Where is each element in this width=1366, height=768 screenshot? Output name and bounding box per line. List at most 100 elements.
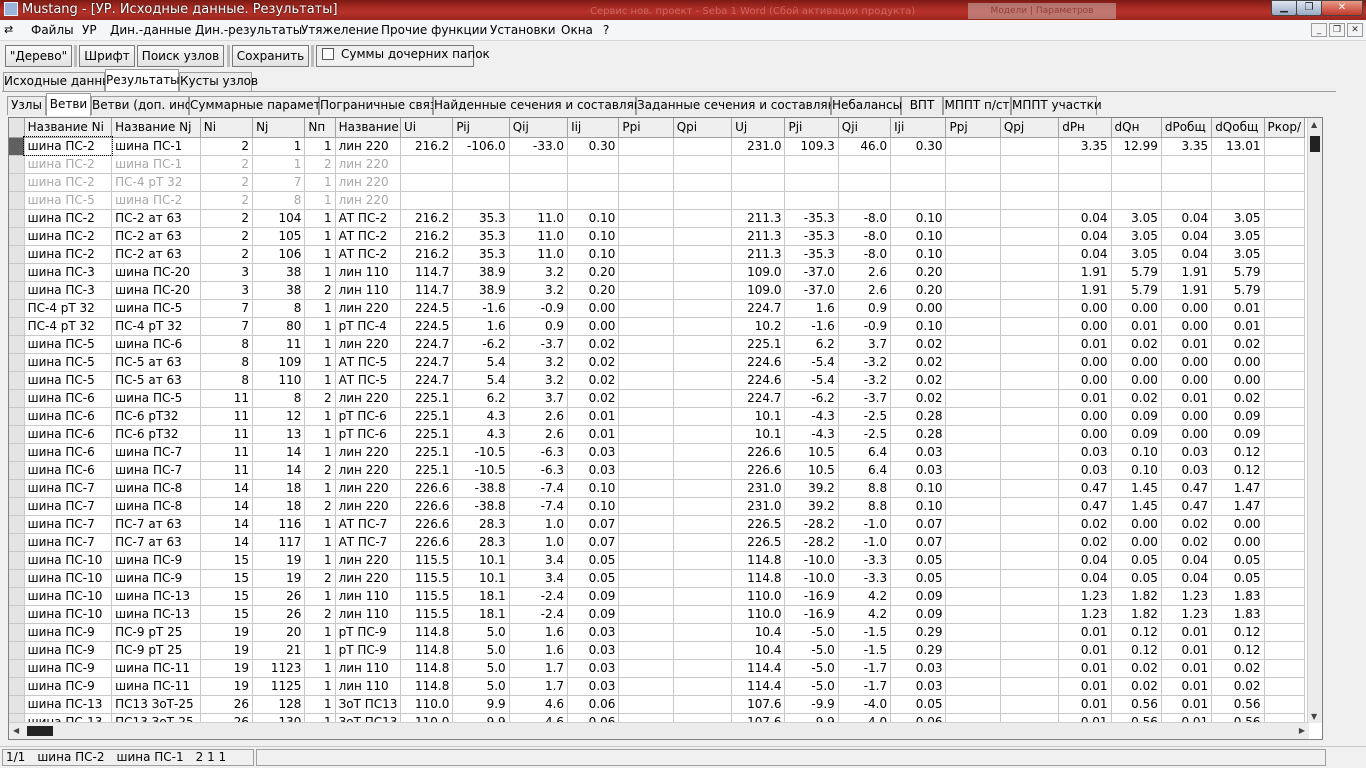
- table-cell[interactable]: ПС-4 рТ 32: [111, 173, 201, 192]
- table-cell[interactable]: [1000, 155, 1060, 174]
- table-cell[interactable]: лин 220: [335, 191, 402, 210]
- column-header[interactable]: Ppj: [945, 118, 1001, 138]
- table-cell[interactable]: [1111, 173, 1162, 192]
- table-cell[interactable]: [838, 191, 892, 210]
- table-cell[interactable]: 0.04: [1058, 245, 1112, 264]
- table-cell[interactable]: ПС-5 ат 63: [111, 371, 201, 390]
- table-cell[interactable]: 110.0: [731, 605, 786, 624]
- table-cell[interactable]: 0.04: [1161, 245, 1213, 264]
- table-cell[interactable]: 3.05: [1211, 209, 1265, 228]
- row-indicator[interactable]: [9, 407, 25, 426]
- table-cell[interactable]: 115.5: [400, 587, 454, 606]
- table-cell[interactable]: -8.0: [838, 227, 892, 246]
- table-cell[interactable]: 0.02: [1211, 677, 1265, 696]
- table-cell[interactable]: 7: [200, 299, 254, 318]
- table-cell[interactable]: ПС-4 рТ 32: [111, 317, 201, 336]
- column-header[interactable]: Uj: [731, 118, 786, 138]
- table-cell[interactable]: 0.07: [567, 533, 620, 552]
- table-cell[interactable]: 0.56: [1211, 695, 1265, 714]
- table-cell[interactable]: 0.05: [567, 569, 620, 588]
- table-cell[interactable]: 0.28: [890, 425, 947, 444]
- table-cell[interactable]: [618, 659, 674, 678]
- table-cell[interactable]: [618, 407, 674, 426]
- table-cell[interactable]: 1: [252, 137, 306, 156]
- table-cell[interactable]: 21: [252, 641, 306, 660]
- table-cell[interactable]: [784, 173, 839, 192]
- table-cell[interactable]: [618, 263, 674, 282]
- table-cell[interactable]: -35.3: [784, 227, 839, 246]
- tab-results[interactable]: Результаты: [105, 69, 180, 91]
- row-indicator[interactable]: [9, 173, 25, 192]
- row-indicator[interactable]: [9, 299, 25, 318]
- table-row[interactable]: шина ПС-5 ПС-5 ат 63 8 110 1 АТ ПС-5 224.7 5.4 3…: [9, 371, 1306, 390]
- table-cell[interactable]: 0.01: [1058, 335, 1112, 354]
- table-cell[interactable]: 1: [304, 407, 336, 426]
- table-cell[interactable]: лин 220: [335, 389, 402, 408]
- table-cell[interactable]: 2: [304, 389, 336, 408]
- table-cell[interactable]: 0.00: [890, 299, 947, 318]
- table-cell[interactable]: шина ПС-6: [111, 335, 201, 354]
- table-cell[interactable]: -4.3: [784, 425, 839, 444]
- table-cell[interactable]: [945, 641, 1001, 660]
- row-indicator[interactable]: [9, 155, 25, 174]
- table-cell[interactable]: 0.00: [1161, 353, 1213, 372]
- table-cell[interactable]: шина ПС-8: [111, 479, 201, 498]
- table-cell[interactable]: 225.1: [400, 407, 454, 426]
- table-cell[interactable]: [945, 191, 1001, 210]
- table-cell[interactable]: [673, 587, 733, 606]
- table-cell[interactable]: 3.4: [509, 551, 569, 570]
- table-cell[interactable]: 8: [200, 371, 254, 390]
- table-cell[interactable]: -5.0: [784, 659, 839, 678]
- table-cell[interactable]: 1: [304, 623, 336, 642]
- table-cell[interactable]: лин 220: [335, 497, 402, 516]
- child-minimize-button[interactable]: _: [1311, 23, 1327, 37]
- subtab-nodes[interactable]: Узлы: [7, 96, 46, 115]
- table-cell[interactable]: 2.6: [838, 263, 892, 282]
- table-cell[interactable]: 35.3: [452, 245, 510, 264]
- table-cell[interactable]: [618, 587, 674, 606]
- table-cell[interactable]: 12.99: [1111, 137, 1162, 156]
- table-cell[interactable]: 226.6: [400, 533, 454, 552]
- table-cell[interactable]: лин 220: [335, 479, 402, 498]
- table-cell[interactable]: [1000, 299, 1060, 318]
- row-indicator[interactable]: [9, 227, 25, 246]
- row-indicator[interactable]: [9, 461, 25, 480]
- table-cell[interactable]: 0.10: [1111, 443, 1162, 462]
- table-cell[interactable]: [1000, 569, 1060, 588]
- table-cell[interactable]: 231.0: [731, 497, 786, 516]
- table-cell[interactable]: 14: [200, 479, 254, 498]
- table-cell[interactable]: -38.8: [452, 497, 510, 516]
- table-cell[interactable]: -5.0: [784, 623, 839, 642]
- table-cell[interactable]: 15: [200, 587, 254, 606]
- table-cell[interactable]: 0.06: [567, 695, 620, 714]
- table-cell[interactable]: 11: [200, 443, 254, 462]
- table-cell[interactable]: 19: [252, 569, 306, 588]
- table-cell[interactable]: 0.9: [838, 299, 892, 318]
- table-cell[interactable]: [1000, 245, 1060, 264]
- table-row[interactable]: шина ПС-10 шина ПС-13 15 26 1 лин 110 115.5 18.…: [9, 587, 1306, 606]
- table-cell[interactable]: 9.9: [452, 695, 510, 714]
- table-cell[interactable]: -3.2: [838, 371, 892, 390]
- table-cell[interactable]: АТ ПС-2: [335, 245, 402, 264]
- subtab-branches-extra[interactable]: Ветви (доп. инф.): [91, 96, 204, 115]
- table-cell[interactable]: 1: [304, 479, 336, 498]
- table-cell[interactable]: 6.2: [452, 389, 510, 408]
- table-row[interactable]: шина ПС-6 шина ПС-5 11 8 2 лин 220 225.1 6.2 3.7…: [9, 389, 1306, 408]
- table-cell[interactable]: 0.12: [1211, 623, 1265, 642]
- table-cell[interactable]: 0.00: [1161, 425, 1213, 444]
- table-cell[interactable]: -10.5: [452, 461, 510, 480]
- table-cell[interactable]: 0.03: [890, 659, 947, 678]
- table-cell[interactable]: лин 110: [335, 659, 402, 678]
- table-cell[interactable]: 19: [200, 659, 254, 678]
- table-cell[interactable]: 225.1: [400, 425, 454, 444]
- table-cell[interactable]: 0.01: [1058, 695, 1112, 714]
- table-cell[interactable]: [945, 245, 1001, 264]
- subtab-vpt[interactable]: ВПТ: [901, 96, 943, 115]
- table-cell[interactable]: 20: [252, 623, 306, 642]
- subtab-mppt-sections[interactable]: МППТ участки: [1011, 96, 1102, 115]
- table-row[interactable]: шина ПС-13 ПС13 ЗоТ-25 26 128 1 ЗоТ ПС13 110.0…: [9, 695, 1306, 714]
- table-cell[interactable]: ПС-2 ат 63: [111, 245, 201, 264]
- table-cell[interactable]: 226.6: [731, 443, 786, 462]
- menu-windows[interactable]: Окна: [561, 23, 593, 37]
- table-cell[interactable]: 26: [252, 605, 306, 624]
